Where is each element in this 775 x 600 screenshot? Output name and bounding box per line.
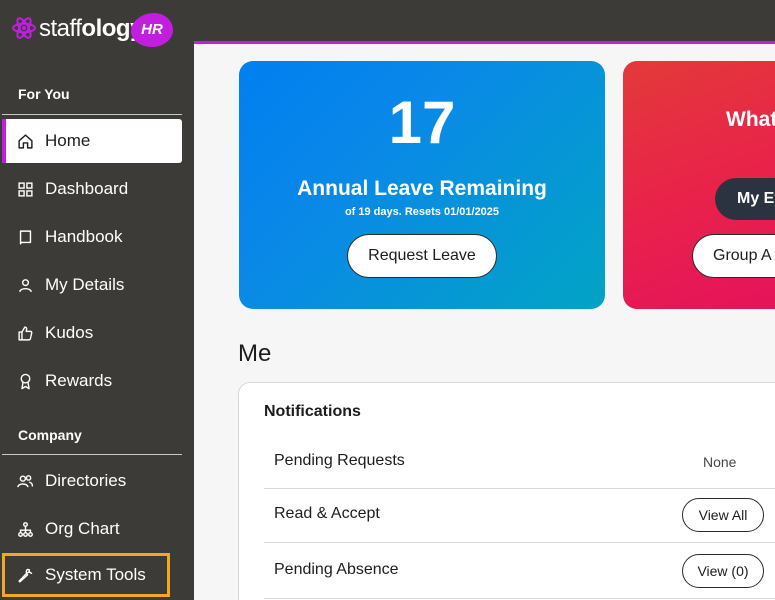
sidebar-item-system-tools[interactable]: System Tools: [2, 553, 170, 597]
sidebar-item-label: My Details: [45, 275, 125, 294]
notifications-panel: Notifications Pending Requests None Read…: [238, 382, 775, 600]
top-bar: [194, 0, 775, 41]
staffology-logo[interactable]: staffology HR: [10, 10, 180, 50]
annual-leave-card: 17 Annual Leave Remaining of 19 days. Re…: [239, 61, 605, 309]
hr-badge: HR: [131, 13, 173, 47]
sidebar-item-handbook[interactable]: Handbook: [2, 215, 182, 259]
leave-days-count: 17: [388, 89, 456, 156]
sidebar-item-directories[interactable]: Directories: [2, 459, 182, 503]
view-absence-button[interactable]: View (0): [682, 554, 764, 588]
sidebar-item-dashboard[interactable]: Dashboard: [2, 167, 182, 211]
section-label-company: Company: [18, 427, 82, 443]
section-label-for-you: For You: [18, 86, 70, 102]
book-icon: [16, 228, 34, 246]
user-icon: [16, 276, 34, 294]
notification-row: Pending Requests None: [264, 437, 775, 489]
sidebar-item-label: Rewards: [45, 371, 113, 390]
sidebar-item-label: Home: [45, 131, 91, 150]
sidebar-item-label: Org Chart: [45, 519, 120, 538]
section-heading-me: Me: [238, 340, 272, 367]
top-bar-accent: [194, 41, 775, 44]
sidebar-item-my-details[interactable]: My Details: [2, 263, 182, 307]
notification-row: Read & Accept View All: [264, 489, 775, 543]
group-button[interactable]: Group A: [692, 234, 775, 278]
notification-label: Read & Accept: [274, 505, 380, 522]
sidebar-item-home[interactable]: Home: [2, 119, 182, 163]
atom-logo-icon: [12, 17, 36, 39]
sidebar-item-org-chart[interactable]: Org Chart: [2, 507, 182, 551]
sidebar-item-label: Handbook: [45, 227, 123, 246]
notifications-title: Notifications: [264, 403, 361, 420]
org-chart-icon: [16, 520, 34, 538]
notification-value: None: [703, 454, 737, 470]
view-all-button[interactable]: View All: [682, 498, 764, 532]
sidebar-item-label: Dashboard: [45, 179, 129, 198]
events-card: What My Ev Group A: [623, 61, 775, 309]
award-icon: [16, 372, 34, 390]
sidebar-item-kudos[interactable]: Kudos: [2, 311, 182, 355]
sidebar-item-label: Kudos: [45, 323, 94, 342]
sidebar-item-rewards[interactable]: Rewards: [2, 359, 182, 403]
notification-row: Pending Absence View (0): [264, 543, 775, 599]
my-events-button[interactable]: My Ev: [715, 178, 775, 220]
sidebar: staffology HR For You Home Dashboard Han…: [0, 0, 194, 600]
users-icon: [16, 472, 34, 490]
home-icon: [16, 132, 34, 150]
grid-icon: [16, 180, 34, 198]
logo-wordmark: staffology: [39, 15, 143, 42]
request-leave-button[interactable]: Request Leave: [347, 234, 497, 278]
notification-label: Pending Absence: [274, 561, 399, 578]
leave-card-subtitle: of 19 days. Resets 01/01/2025: [344, 206, 500, 218]
notification-label: Pending Requests: [274, 452, 405, 469]
leave-card-title: Annual Leave Remaining: [297, 177, 547, 200]
sidebar-item-label: System Tools: [45, 565, 146, 584]
section-divider: [2, 454, 182, 455]
section-divider: [2, 114, 182, 115]
events-card-title: What: [726, 108, 775, 131]
thumbs-up-icon: [16, 324, 34, 342]
sidebar-item-label: Directories: [45, 471, 127, 490]
wrench-icon: [16, 566, 34, 584]
